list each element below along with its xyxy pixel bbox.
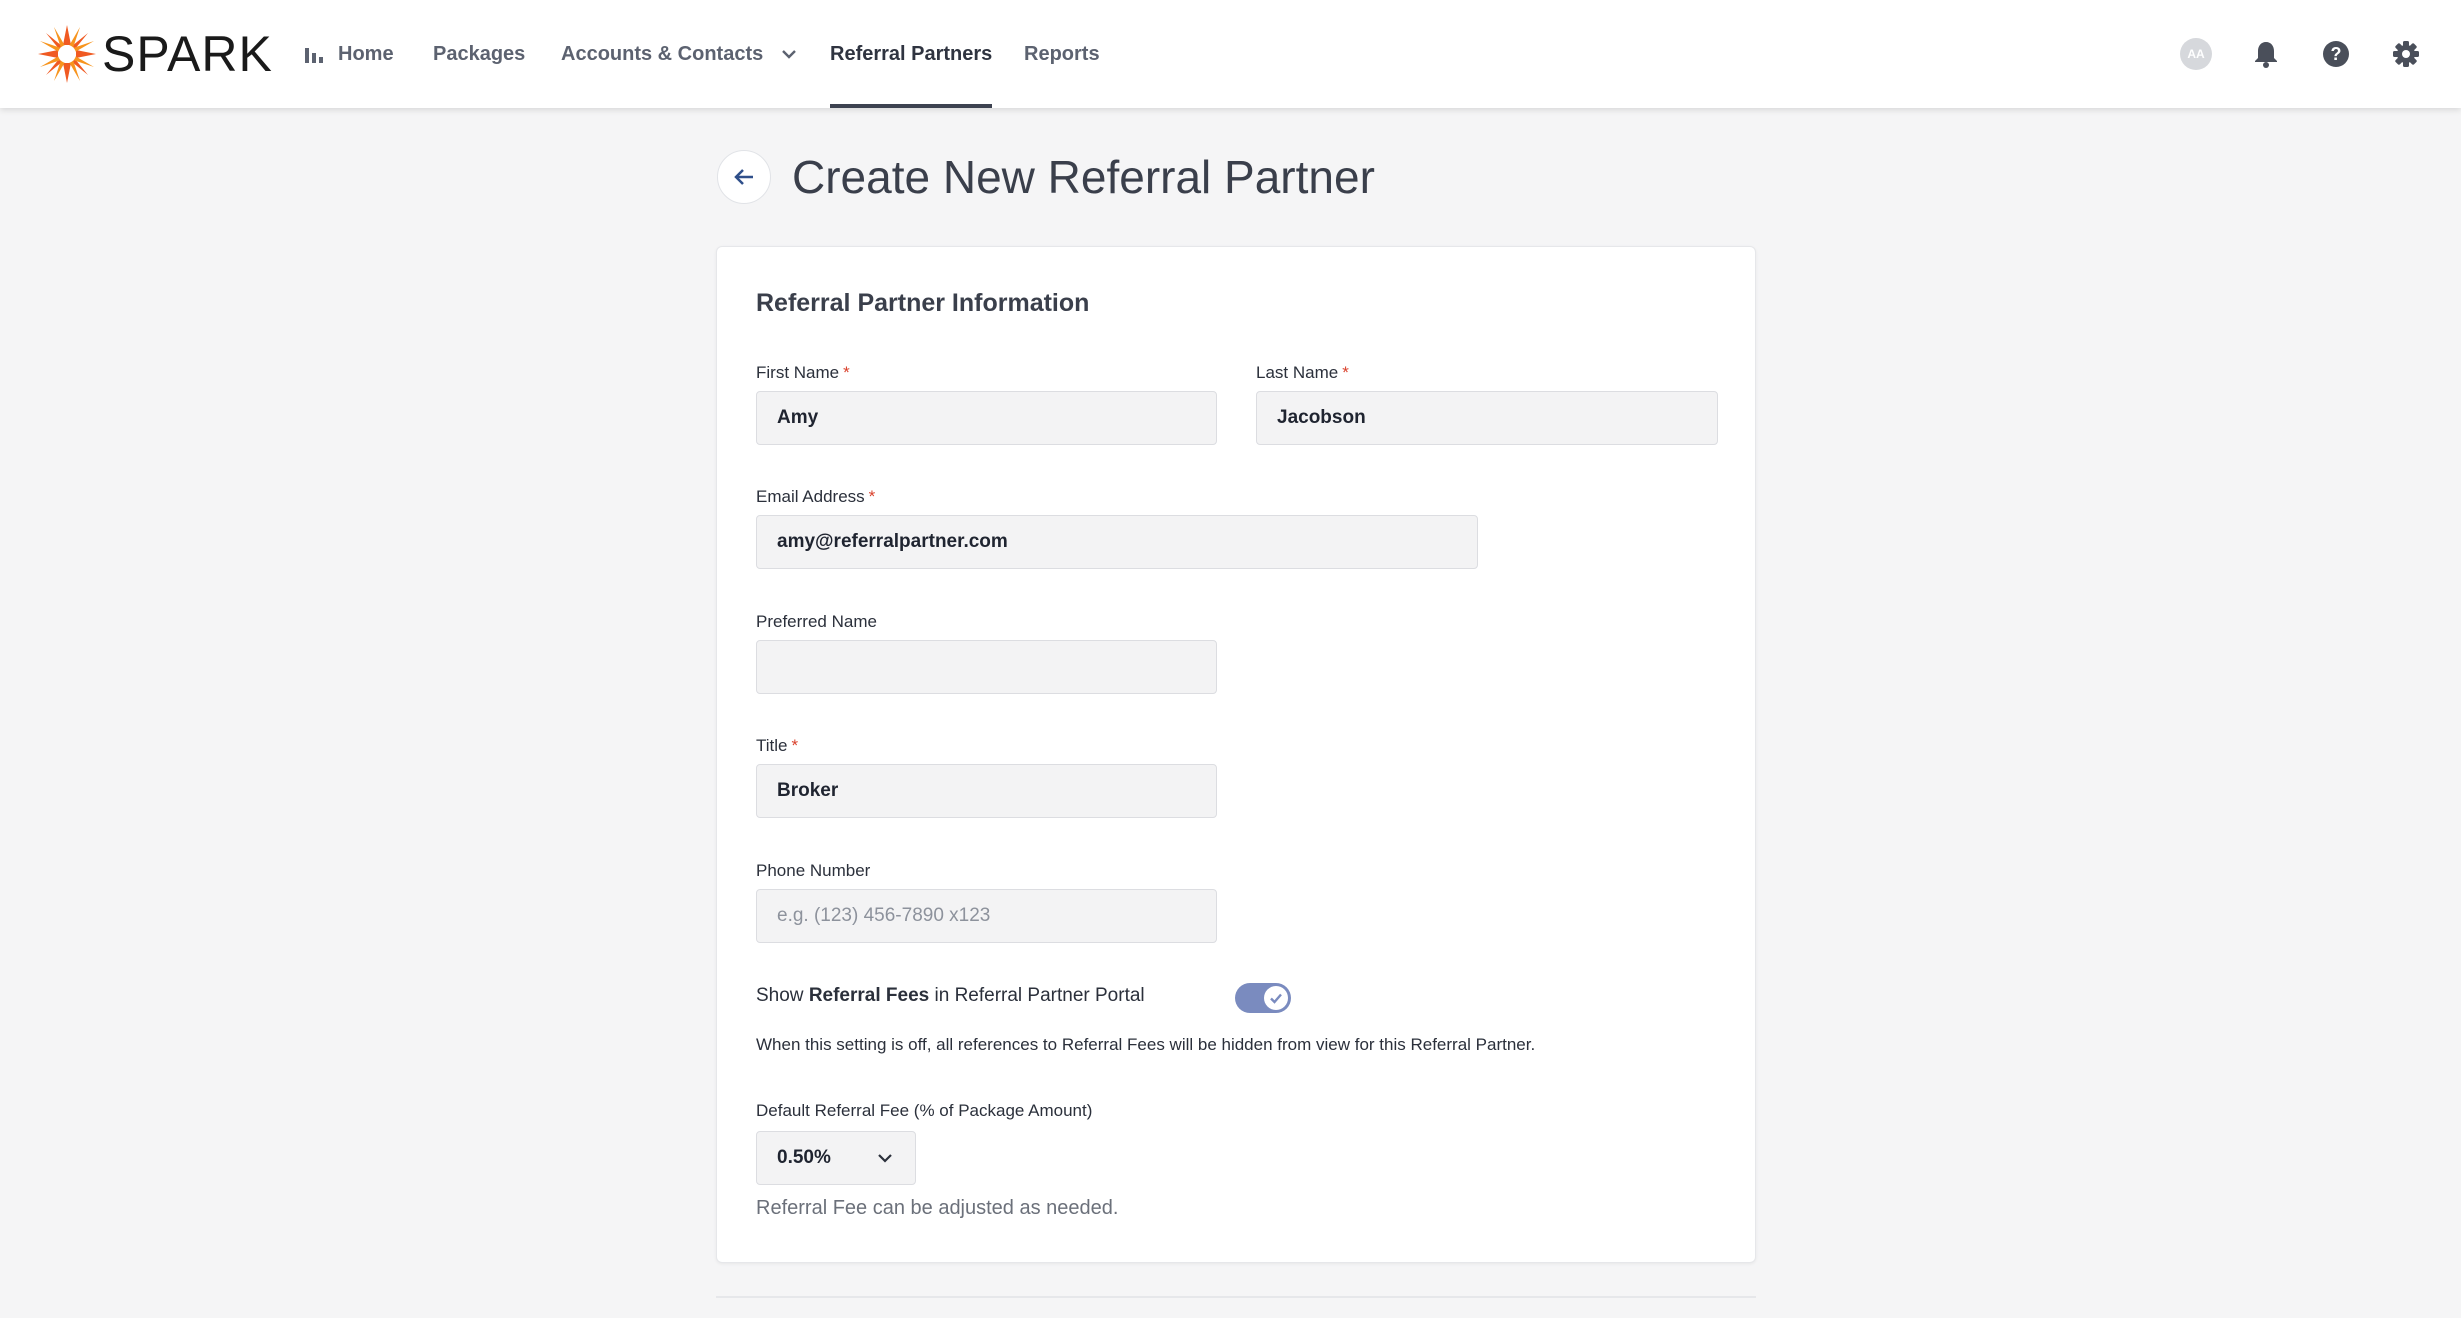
- section-title: Referral Partner Information: [756, 289, 1090, 317]
- check-icon: [1270, 993, 1282, 1004]
- toggle-label-suffix: in Referral Partner Portal: [929, 985, 1145, 1006]
- settings-button[interactable]: [2390, 34, 2422, 74]
- show-referral-fees-label: Show Referral Fees in Referral Partner P…: [756, 985, 1145, 1007]
- required-marker: *: [868, 487, 876, 506]
- bar-chart-icon: [304, 44, 324, 64]
- toggle-knob: [1264, 986, 1288, 1010]
- notifications-button[interactable]: [2250, 34, 2282, 74]
- required-marker: *: [1342, 363, 1349, 382]
- toggle-label-prefix: Show: [756, 985, 809, 1006]
- nav-accounts-contacts-label: Accounts & Contacts: [561, 42, 764, 65]
- toggle-label-bold: Referral Fees: [808, 985, 930, 1006]
- nav-packages[interactable]: Packages: [433, 0, 525, 108]
- nav-accounts-contacts[interactable]: Accounts & Contacts: [561, 0, 799, 108]
- spark-logo[interactable]: SPARK: [38, 24, 273, 84]
- back-button[interactable]: [717, 150, 771, 204]
- default-fee-label-text: Default Referral Fee (% of Package Amoun…: [756, 1101, 1093, 1120]
- default-fee-label: Default Referral Fee (% of Package Amoun…: [756, 1101, 1092, 1121]
- show-referral-fees-toggle[interactable]: [1235, 983, 1291, 1013]
- preferred-name-label-text: Preferred Name: [756, 612, 877, 631]
- first-name-label-text: First Name: [756, 363, 840, 382]
- first-name-label: First Name *: [756, 363, 850, 383]
- svg-text:?: ?: [2331, 44, 2342, 64]
- toggle-help-text: When this setting is off, all references…: [756, 1035, 1536, 1054]
- help-icon: ?: [2323, 41, 2349, 67]
- chevron-down-icon: [779, 44, 799, 64]
- phone-label: Phone Number: [756, 861, 870, 881]
- email-label: Email Address *: [756, 487, 875, 507]
- avatar: AA: [2180, 38, 2212, 70]
- gear-icon: [2393, 41, 2419, 67]
- required-marker: *: [791, 736, 799, 755]
- arrow-left-icon: [734, 169, 753, 185]
- title-input[interactable]: [756, 764, 1217, 818]
- nav-reports-label: Reports: [1024, 42, 1100, 65]
- top-navigation-bar: SPARK Home Packages Accounts & Contacts …: [0, 0, 2461, 108]
- first-name-input[interactable]: [756, 391, 1217, 445]
- user-avatar-button[interactable]: AA: [2180, 34, 2212, 74]
- nav-referral-partners-label: Referral Partners: [830, 42, 993, 65]
- phone-input[interactable]: [756, 889, 1217, 943]
- nav-home[interactable]: Home: [304, 0, 394, 108]
- last-name-label-text: Last Name: [1256, 363, 1339, 382]
- default-fee-select[interactable]: 0.50%: [756, 1131, 916, 1185]
- referral-partner-form-card: Referral Partner Information First Name *…: [716, 246, 1756, 1263]
- brand-name: SPARK: [102, 26, 273, 82]
- preferred-name-input[interactable]: [756, 640, 1217, 694]
- title-label: Title *: [756, 736, 798, 756]
- nav-referral-partners[interactable]: Referral Partners: [830, 0, 993, 108]
- bell-icon: [2255, 42, 2277, 68]
- spark-burst-icon: [38, 25, 96, 83]
- required-marker: *: [843, 363, 850, 382]
- preferred-name-label: Preferred Name: [756, 612, 877, 632]
- default-fee-note: Referral Fee can be adjusted as needed.: [756, 1197, 1119, 1219]
- title-label-text: Title: [756, 736, 788, 755]
- last-name-input[interactable]: [1256, 391, 1718, 445]
- help-button[interactable]: ?: [2320, 34, 2352, 74]
- next-card-edge: [716, 1296, 1756, 1318]
- default-fee-value: 0.50%: [777, 1147, 831, 1168]
- page-title: Create New Referral Partner: [792, 151, 1375, 203]
- email-label-text: Email Address: [756, 487, 865, 506]
- chevron-down-icon: [878, 1154, 892, 1163]
- phone-label-text: Phone Number: [756, 861, 871, 880]
- nav-home-label: Home: [338, 42, 394, 65]
- nav-packages-label: Packages: [433, 42, 526, 65]
- email-input[interactable]: [756, 515, 1478, 569]
- last-name-label: Last Name *: [1256, 363, 1349, 383]
- nav-reports[interactable]: Reports: [1024, 0, 1100, 108]
